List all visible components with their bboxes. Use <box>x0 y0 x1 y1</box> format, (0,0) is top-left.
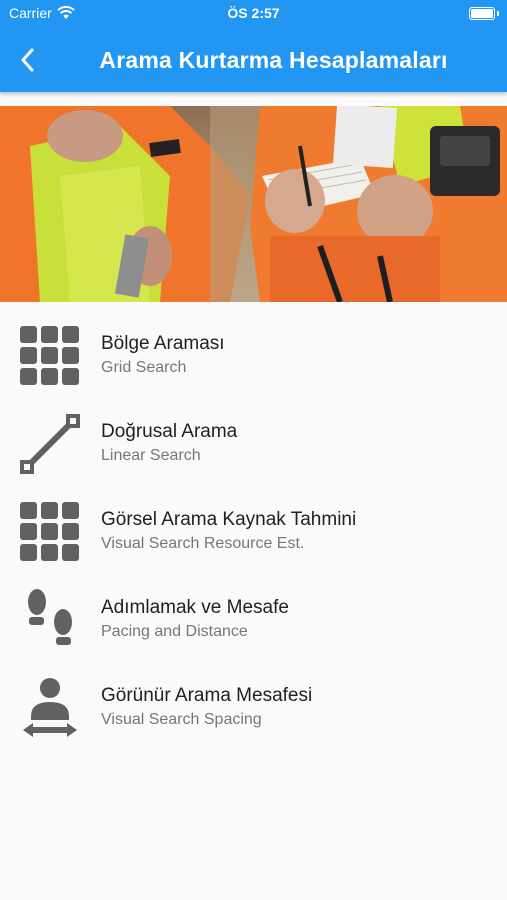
hero-image <box>0 106 507 302</box>
menu-item-visual-search-resource[interactable]: Görsel Arama Kaynak Tahmini Visual Searc… <box>0 488 507 576</box>
grid-icon <box>18 324 82 388</box>
menu-item-linear-search[interactable]: Doğrusal Arama Linear Search <box>0 400 507 488</box>
menu-item-title: Adımlamak ve Mesafe <box>101 597 289 618</box>
status-time: ÖS 2:57 <box>227 5 280 21</box>
app-bar: Arama Kurtarma Hesaplamaları <box>0 28 507 92</box>
grid-icon <box>18 500 82 564</box>
footprints-icon <box>18 588 82 652</box>
back-button[interactable] <box>10 42 46 78</box>
status-bar: Carrier ÖS 2:57 <box>0 0 507 28</box>
menu-item-pacing-distance[interactable]: Adımlamak ve Mesafe Pacing and Distance <box>0 576 507 664</box>
battery-tip <box>497 11 499 16</box>
chevron-left-icon <box>21 48 34 72</box>
page-title: Arama Kurtarma Hesaplamaları <box>99 46 448 73</box>
rescue-team-photo <box>0 106 507 302</box>
menu-item-subtitle: Visual Search Spacing <box>101 711 262 728</box>
menu-item-visual-search-spacing[interactable]: Görünür Arama Mesafesi Visual Search Spa… <box>0 664 507 752</box>
menu-item-grid-search[interactable]: Bölge Araması Grid Search <box>0 312 507 400</box>
battery-icon <box>469 7 495 20</box>
menu-item-title: Doğrusal Arama <box>101 421 238 442</box>
menu-list: Bölge Araması Grid Search Doğrusal Arama… <box>0 312 507 752</box>
menu-item-subtitle: Pacing and Distance <box>101 623 248 640</box>
menu-item-title: Görünür Arama Mesafesi <box>101 685 313 706</box>
menu-item-title: Bölge Araması <box>101 333 225 354</box>
menu-item-title: Görsel Arama Kaynak Tahmini <box>101 509 357 530</box>
menu-item-subtitle: Grid Search <box>101 359 187 376</box>
menu-item-subtitle: Visual Search Resource Est. <box>101 535 305 552</box>
menu-item-subtitle: Linear Search <box>101 447 201 464</box>
linear-path-icon <box>18 412 82 476</box>
person-spacing-icon <box>18 676 82 740</box>
